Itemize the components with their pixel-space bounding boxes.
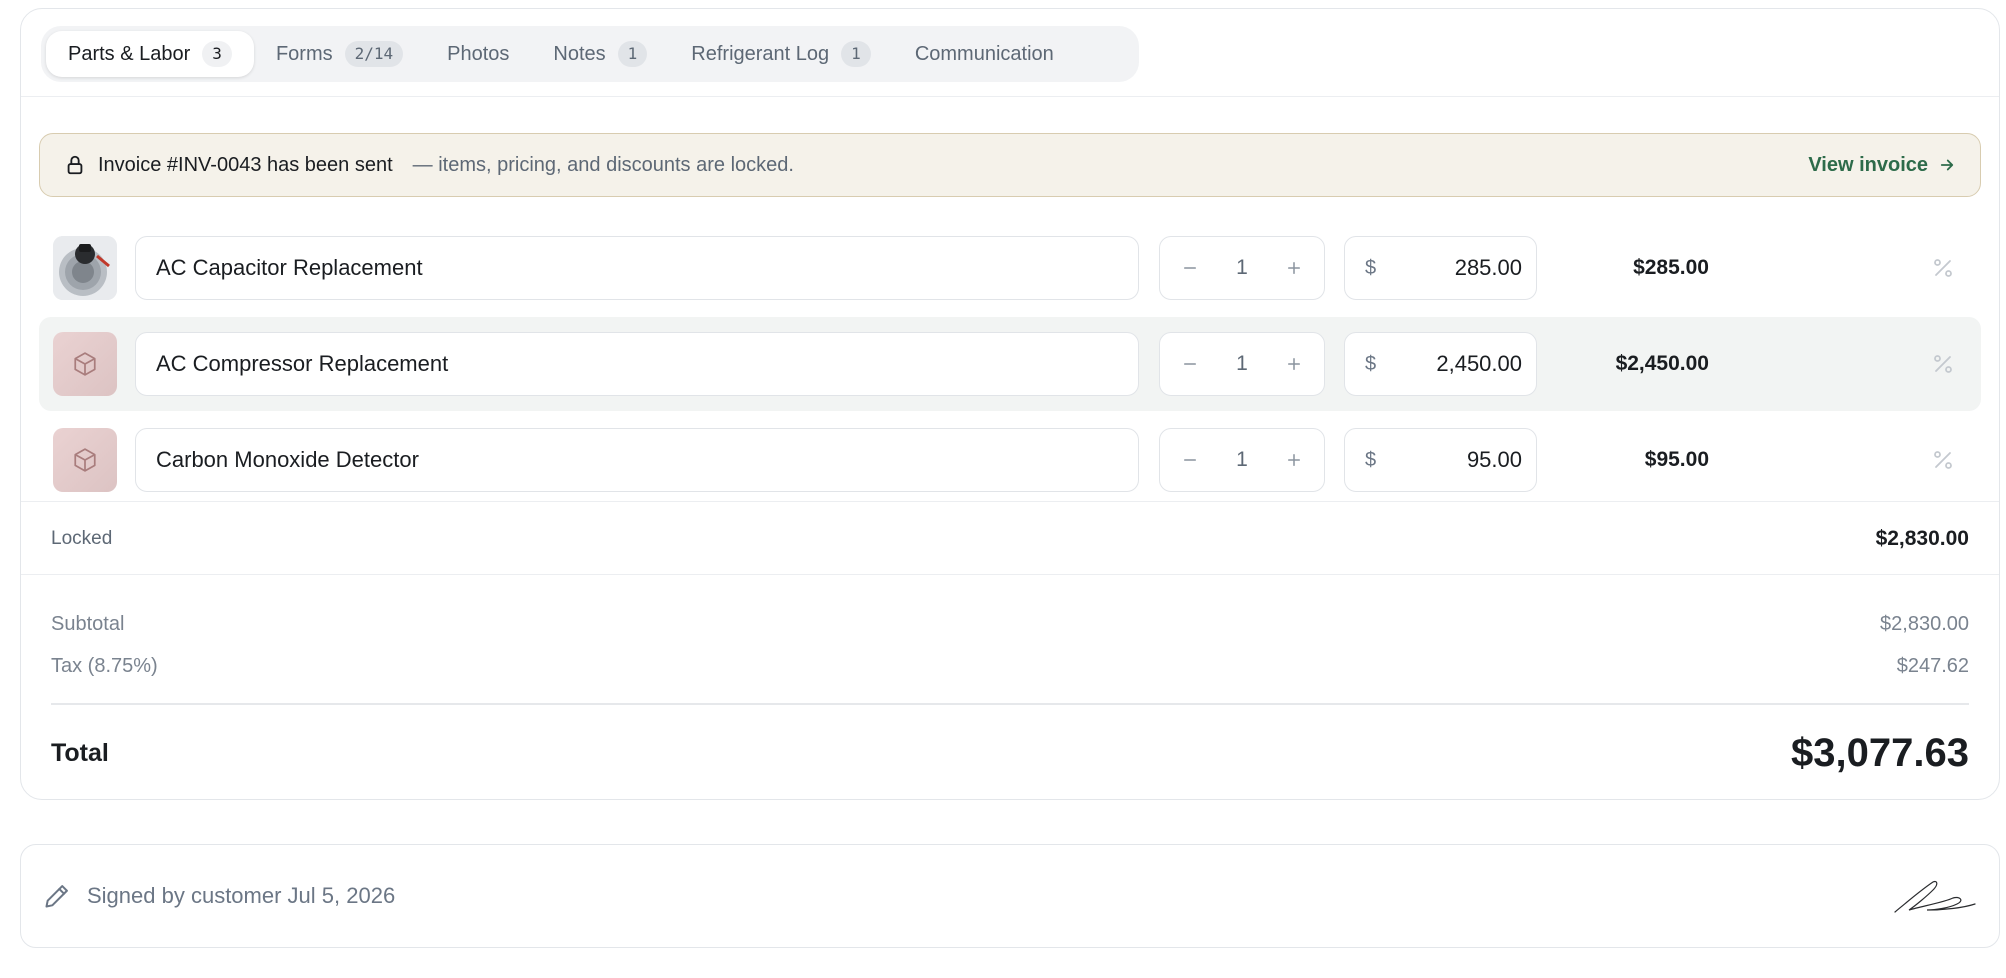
minus-icon (1184, 267, 1196, 269)
unit-price-value: 285.00 (1454, 255, 1522, 280)
tab-photos[interactable]: Photos (425, 31, 531, 77)
tab-label: Parts & Labor (68, 42, 191, 65)
arrow-right-icon (1940, 159, 1954, 171)
currency-symbol: $ (1365, 256, 1377, 279)
quantity-stepper: 1 (1159, 332, 1325, 396)
tax-value: $247.62 (1896, 654, 1969, 677)
line-item-row: AC Capacitor Replacement 1 $ 285.00 $285… (39, 221, 1981, 315)
decrement-button[interactable] (1178, 256, 1202, 280)
tab-label: Photos (447, 42, 510, 65)
line-item-row: AC Compressor Replacement 1 $ 2,450.00 $… (39, 317, 1981, 411)
quantity-stepper: 1 (1159, 236, 1325, 300)
tab-badge: 2/14 (344, 41, 404, 67)
subtotal-label: Subtotal (51, 612, 125, 635)
tab-communication[interactable]: Communication (893, 31, 1076, 77)
currency-symbol: $ (1365, 352, 1377, 375)
signature-text: Signed by customer Jul 5, 2026 (87, 883, 396, 908)
minus-icon (1184, 459, 1196, 461)
increment-button[interactable] (1282, 352, 1306, 376)
plus-icon (1288, 358, 1300, 370)
total-label: Total (51, 738, 109, 767)
tax-row: Tax (8.75%) $247.62 (51, 651, 1969, 681)
parts-labor-card: Parts & Labor 3 Forms 2/14 Photos Notes … (20, 8, 2000, 800)
tab-bar: Parts & Labor 3 Forms 2/14 Photos Notes … (21, 9, 1999, 97)
decrement-button[interactable] (1178, 448, 1202, 472)
item-name-field[interactable]: Carbon Monoxide Detector (135, 428, 1139, 492)
discount-button[interactable] (1931, 317, 1955, 411)
tab-forms[interactable]: Forms 2/14 (254, 31, 425, 77)
unit-price-field[interactable]: $ 285.00 (1344, 236, 1537, 300)
unit-price-field[interactable]: $ 2,450.00 (1344, 332, 1537, 396)
lock-icon (67, 155, 83, 175)
signature-card: Signed by customer Jul 5, 2026 (20, 844, 2000, 948)
tab-label: Refrigerant Log (691, 42, 830, 65)
tab-badge: 1 (841, 41, 871, 67)
discount-button[interactable] (1931, 413, 1955, 507)
quantity-value: 1 (1236, 256, 1248, 279)
quantity-value: 1 (1236, 352, 1248, 375)
view-invoice-link[interactable]: View invoice (1808, 154, 1956, 177)
capacitor-photo-icon (53, 236, 117, 300)
unit-price-value: 2,450.00 (1436, 351, 1522, 376)
line-total: $285.00 (1633, 256, 1709, 279)
tab-notes[interactable]: Notes 1 (531, 31, 669, 77)
customer-signature (1894, 880, 1976, 913)
subtotal-value: $2,830.00 (1880, 612, 1969, 635)
locked-amount: $2,830.00 (1875, 527, 1969, 550)
line-total: $95.00 (1644, 448, 1709, 471)
part-photo (53, 236, 117, 300)
box-icon (74, 448, 96, 472)
currency-symbol: $ (1365, 448, 1377, 471)
subtotal-row: Subtotal $2,830.00 (51, 609, 1969, 639)
percent-icon (1934, 451, 1952, 469)
increment-button[interactable] (1282, 256, 1306, 280)
item-name-field[interactable]: AC Capacitor Replacement (135, 236, 1139, 300)
banner-message: — items, pricing, and discounts are lock… (412, 153, 794, 176)
banner-title: Invoice #INV-0043 has been sent (98, 153, 393, 176)
tab-badge: 3 (202, 41, 232, 67)
unit-price-value: 95.00 (1466, 447, 1522, 472)
unit-price-field[interactable]: $ 95.00 (1344, 428, 1537, 492)
invoice-locked-banner: Invoice #INV-0043 has been sent — items,… (39, 133, 1981, 197)
discount-button[interactable] (1931, 221, 1955, 315)
percent-icon (1934, 355, 1952, 373)
plus-icon (1288, 262, 1300, 274)
view-invoice-label: View invoice (1808, 153, 1928, 176)
tab-badge: 1 (617, 41, 648, 67)
tab-refrigerant-log[interactable]: Refrigerant Log 1 (669, 31, 893, 77)
box-icon (74, 352, 96, 376)
increment-button[interactable] (1282, 448, 1306, 472)
tab-label: Communication (914, 42, 1054, 65)
line-item-row: Carbon Monoxide Detector 1 $ 95.00 $95.0… (39, 413, 1981, 507)
line-total: $2,450.00 (1615, 352, 1709, 375)
tab-parts-labor[interactable]: Parts & Labor 3 (46, 31, 254, 77)
pen-icon (45, 885, 68, 908)
locked-label: Locked (51, 528, 113, 549)
tab-label: Forms (275, 42, 333, 65)
part-thumbnail (53, 428, 117, 492)
percent-icon (1934, 259, 1952, 277)
locked-subtotal-row: Locked $2,830.00 (21, 501, 1999, 575)
item-name-field[interactable]: AC Compressor Replacement (135, 332, 1139, 396)
minus-icon (1184, 363, 1196, 365)
quantity-value: 1 (1236, 448, 1248, 471)
part-thumbnail (53, 332, 117, 396)
quantity-stepper: 1 (1159, 428, 1325, 492)
tax-label: Tax (8.75%) (51, 654, 158, 677)
total-row: Total $3,077.63 (51, 725, 1969, 781)
plus-icon (1288, 454, 1300, 466)
total-value: $3,077.63 (1791, 730, 1969, 775)
summary-divider (51, 703, 1969, 705)
decrement-button[interactable] (1178, 352, 1202, 376)
tab-label: Notes (553, 42, 606, 65)
tabs: Parts & Labor 3 Forms 2/14 Photos Notes … (41, 26, 1139, 82)
